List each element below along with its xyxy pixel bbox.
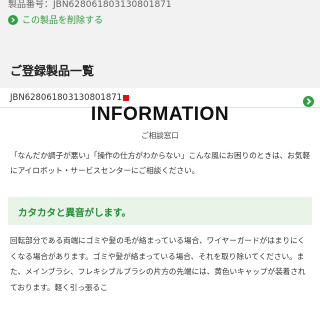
information-heading: INFORMATION — [90, 104, 230, 125]
alert-icon — [123, 95, 130, 101]
faq-answer: 回転部分である両端にゴミや髪の毛が絡まっている場合、ワイヤーガードがはまりにくく… — [10, 236, 306, 292]
product-id-text: JBN628061803130801871 — [10, 93, 123, 103]
information-subheading: ご相談窓口 — [141, 131, 179, 140]
registered-products-title: ご登録製品一覧 — [10, 64, 95, 78]
delete-product-label: この製品を削除する — [22, 16, 104, 26]
faq-accordion-item[interactable]: カタカタと異音がします。 — [8, 197, 312, 225]
arrow-right-icon — [8, 14, 18, 25]
serial-row: 製品番号：JBN628061803130801871 この製品を削除する — [0, 0, 320, 26]
serial-number: 製品番号：JBN628061803130801871 — [8, 0, 172, 10]
delete-product-link[interactable]: この製品を削除する — [8, 13, 103, 26]
faq-question: カタカタと異音がします。 — [18, 208, 132, 219]
intro-paragraph: 「なんだか調子が悪い」「操作の仕方がわからない」こんな風にお困りのときは、お気軽… — [10, 151, 310, 175]
product-id: JBN628061803130801871 — [10, 93, 130, 103]
